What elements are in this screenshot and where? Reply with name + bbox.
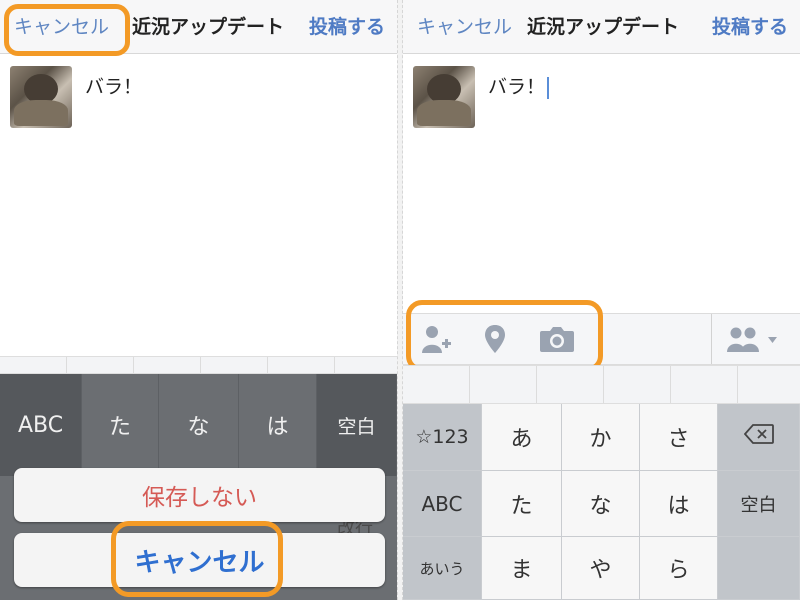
status-post: バラ！: [10, 66, 142, 128]
key-space: 空白: [317, 374, 397, 476]
highlight-sheet-cancel: [111, 521, 283, 597]
suggestion-strip: [403, 365, 800, 404]
key-ta: た: [82, 374, 159, 476]
text-caret: [547, 76, 550, 99]
status-post: バラ！: [413, 66, 550, 128]
toolbar-separator: [711, 314, 712, 364]
key-kana-mode[interactable]: あいう: [403, 537, 482, 600]
key-na: な: [159, 374, 239, 476]
key-ya[interactable]: や: [562, 537, 640, 600]
left-screen: キャンセル 近況アップデート 投稿する バラ！ ABC た な は 空白 改行 …: [0, 0, 397, 600]
key-space[interactable]: 空白: [718, 471, 800, 537]
kana-keyboard: ☆123 あ か さ ABC た な は 空白 あいう ま や ら: [403, 404, 800, 600]
audience-friends-icon[interactable]: [725, 324, 781, 354]
right-screen: キャンセル 近況アップデート 投稿する バラ！ ☆123 あ か さ ABC た…: [403, 0, 800, 600]
backspace-icon: [743, 424, 774, 450]
highlight-toolbar: [406, 300, 603, 372]
cancel-link[interactable]: キャンセル: [417, 15, 512, 39]
status-text[interactable]: バラ！: [85, 72, 142, 99]
post-button[interactable]: 投稿する: [309, 15, 385, 39]
key-symbols[interactable]: ☆123: [403, 404, 482, 471]
key-ta[interactable]: た: [482, 471, 562, 537]
highlight-cancel: [4, 4, 130, 56]
avatar: [413, 66, 475, 128]
key-ha[interactable]: は: [640, 471, 718, 537]
suggestion-strip: [0, 356, 397, 374]
key-ka[interactable]: か: [562, 404, 640, 471]
key-na[interactable]: な: [562, 471, 640, 537]
key-return[interactable]: [718, 537, 800, 600]
key-backspace[interactable]: [718, 404, 800, 471]
post-button[interactable]: 投稿する: [712, 15, 788, 39]
key-abc: ABC: [0, 374, 82, 476]
dont-save-button[interactable]: 保存しない: [14, 468, 385, 522]
page-title: 近況アップデート: [527, 16, 680, 38]
key-ra[interactable]: ら: [640, 537, 718, 600]
key-abc[interactable]: ABC: [403, 471, 482, 537]
key-a[interactable]: あ: [482, 404, 562, 471]
key-sa[interactable]: さ: [640, 404, 718, 471]
navbar: キャンセル 近況アップデート 投稿する: [403, 0, 800, 54]
status-text-input[interactable]: バラ！: [488, 72, 550, 99]
key-ma[interactable]: ま: [482, 537, 562, 600]
avatar: [10, 66, 72, 128]
page-title: 近況アップデート: [132, 16, 285, 38]
key-ha: は: [239, 374, 317, 476]
